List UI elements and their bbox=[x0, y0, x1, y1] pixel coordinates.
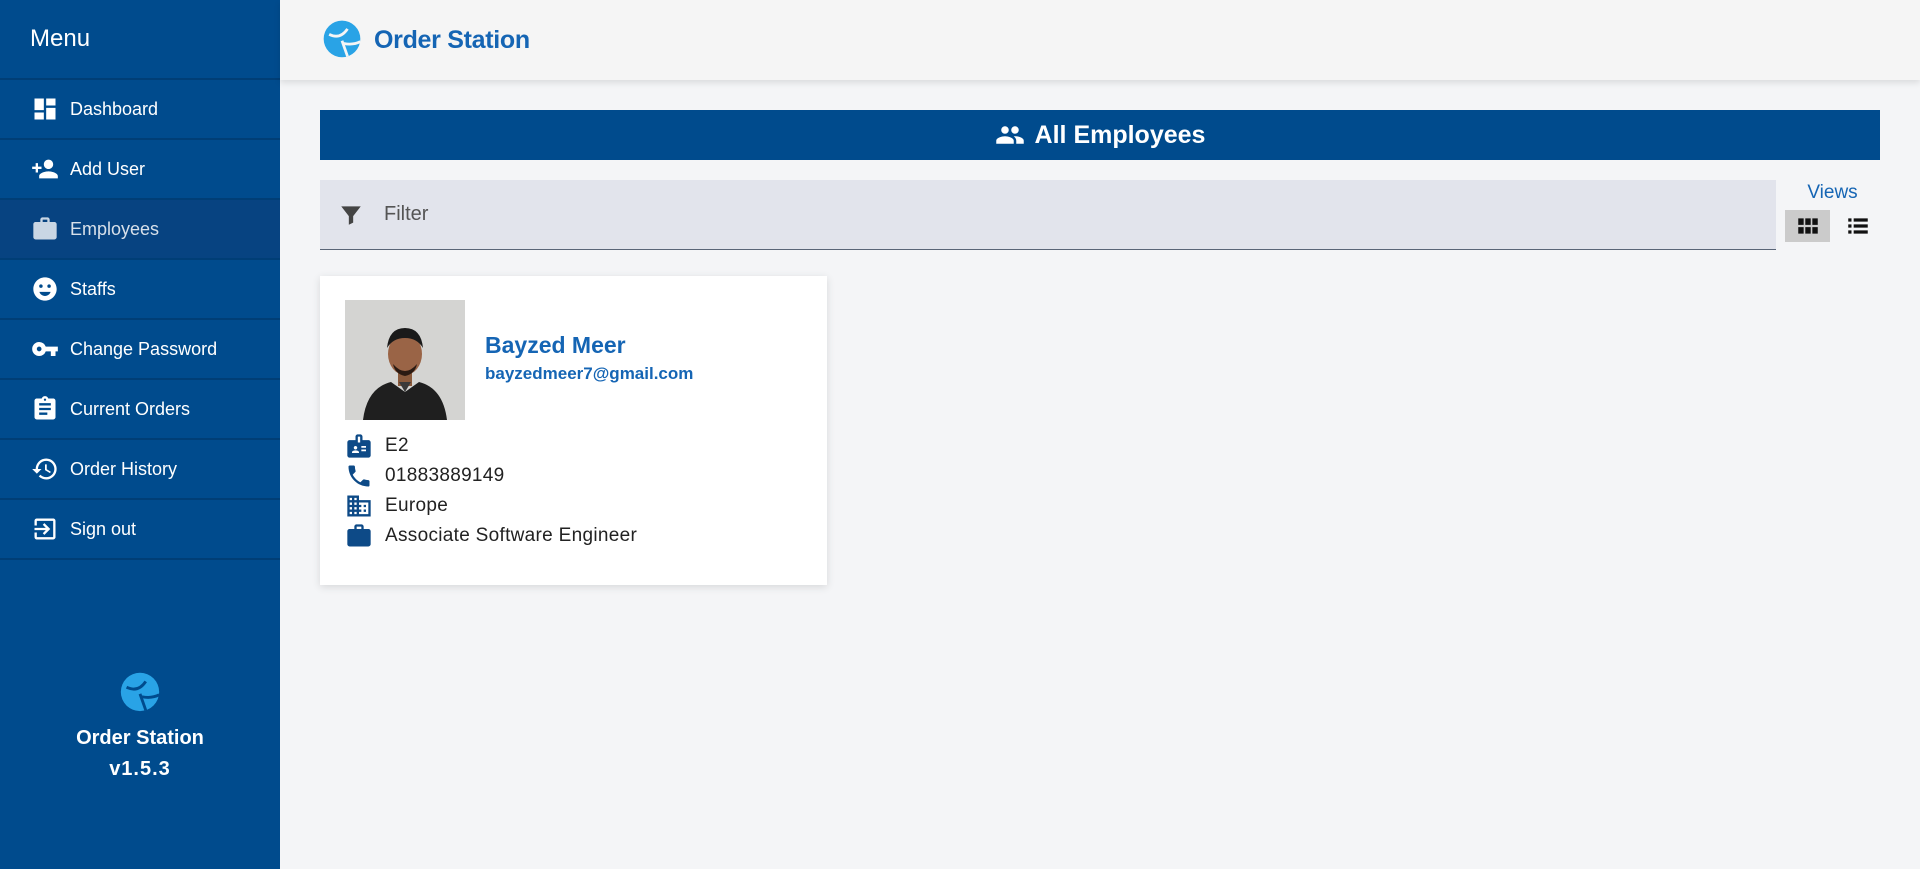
sidebar-item-staffs[interactable]: Staffs bbox=[0, 260, 280, 320]
phone-icon bbox=[348, 465, 370, 487]
employee-email: bayzedmeer7@gmail.com bbox=[485, 364, 694, 383]
history-icon bbox=[30, 454, 60, 484]
add-user-icon bbox=[30, 154, 60, 184]
sidebar-item-label: Add User bbox=[70, 158, 146, 179]
sidebar-item-label: Staffs bbox=[70, 278, 116, 299]
employee-phone: 01883889149 bbox=[385, 465, 505, 486]
dashboard-icon bbox=[30, 94, 60, 124]
employee-region-row: Europe bbox=[345, 491, 637, 521]
sidebar-item-label: Dashboard bbox=[70, 98, 159, 119]
brand-name[interactable]: Order Station bbox=[374, 26, 530, 55]
list-view-icon bbox=[1847, 218, 1868, 234]
views-toggle: Views bbox=[1785, 182, 1880, 242]
views-label: Views bbox=[1807, 182, 1858, 203]
employee-details: E2 01883889149 Europe Associate Software… bbox=[345, 431, 637, 551]
grid-view-icon bbox=[1797, 218, 1818, 234]
sidebar-item-label: Employees bbox=[70, 218, 160, 239]
sidebar-item-label: Current Orders bbox=[70, 398, 191, 419]
employee-id: E2 bbox=[385, 435, 409, 456]
briefcase-icon bbox=[30, 214, 60, 244]
briefcase-icon bbox=[347, 524, 371, 547]
order-station-logo-icon bbox=[0, 668, 280, 719]
employee-id-row: E2 bbox=[345, 431, 637, 461]
sidebar-item-add-user[interactable]: Add User bbox=[0, 140, 280, 200]
face-icon bbox=[30, 274, 60, 304]
order-station-logo-icon[interactable] bbox=[320, 16, 364, 65]
sidebar-item-employees[interactable]: Employees bbox=[0, 200, 280, 260]
sidebar-item-label: Order History bbox=[70, 458, 178, 479]
filter-field[interactable] bbox=[320, 180, 1776, 250]
sidebar-item-label: Sign out bbox=[70, 518, 137, 539]
grid-view-button[interactable] bbox=[1785, 210, 1830, 242]
sidebar: Menu Dashboard Add User Employees Staffs… bbox=[0, 0, 280, 869]
id-badge-icon bbox=[347, 434, 371, 458]
sidebar-item-dashboard[interactable]: Dashboard bbox=[0, 80, 280, 140]
footer-version: v1.5.3 bbox=[109, 758, 171, 780]
sidebar-item-change-password[interactable]: Change Password bbox=[0, 320, 280, 380]
sidebar-item-current-orders[interactable]: Current Orders bbox=[0, 380, 280, 440]
people-icon bbox=[995, 126, 1024, 144]
employee-name: Bayzed Meer bbox=[485, 332, 626, 358]
building-icon bbox=[347, 495, 371, 517]
list-view-button[interactable] bbox=[1835, 210, 1880, 242]
filter-input[interactable] bbox=[384, 203, 1684, 226]
employee-photo bbox=[345, 300, 465, 420]
page-title: All Employees bbox=[1034, 120, 1206, 149]
sidebar-item-label: Change Password bbox=[70, 338, 218, 359]
sign-out-icon bbox=[30, 514, 60, 544]
filter-icon bbox=[341, 205, 361, 225]
employee-designation: Associate Software Engineer bbox=[385, 525, 638, 546]
clipboard-icon bbox=[30, 394, 60, 424]
sidebar-footer: Order Station v1.5.3 bbox=[0, 668, 280, 781]
employee-region: Europe bbox=[385, 495, 449, 516]
employee-card[interactable]: Bayzed Meer bayzedmeer7@gmail.com E2 018… bbox=[320, 276, 827, 585]
sidebar-item-sign-out[interactable]: Sign out bbox=[0, 500, 280, 560]
sidebar-item-order-history[interactable]: Order History bbox=[0, 440, 280, 500]
employee-designation-row: Associate Software Engineer bbox=[345, 521, 637, 551]
employee-phone-row: 01883889149 bbox=[345, 461, 637, 491]
footer-app-name: Order Station bbox=[76, 727, 204, 749]
sidebar-title: Menu bbox=[0, 0, 280, 80]
key-icon bbox=[30, 334, 60, 364]
top-bar: Order Station bbox=[280, 0, 1920, 80]
page-title-bar: All Employees bbox=[320, 110, 1880, 160]
